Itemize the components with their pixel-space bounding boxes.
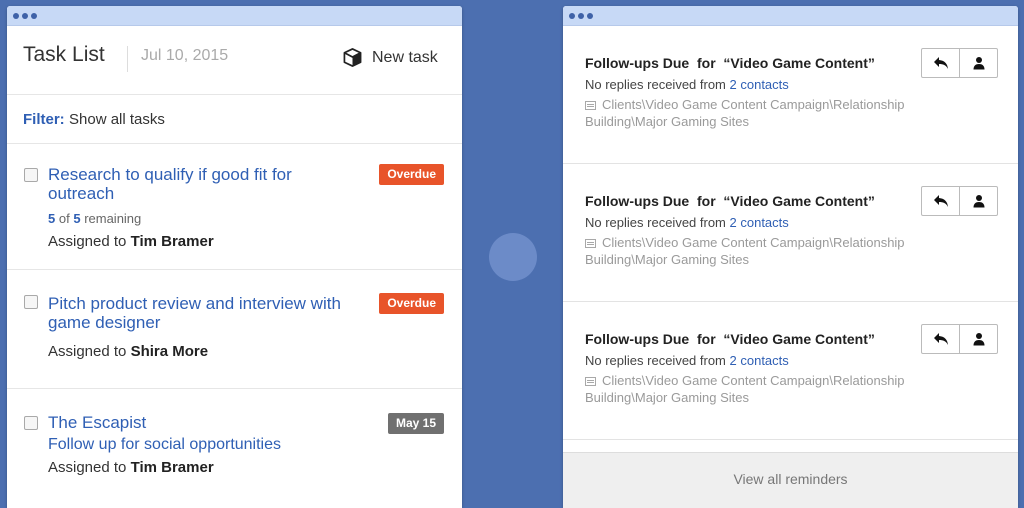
task-checkbox[interactable] — [24, 295, 38, 309]
view-all-reminders-link[interactable]: View all reminders — [563, 471, 1018, 487]
task-checkbox[interactable] — [24, 416, 38, 430]
remaining-word: remaining — [84, 211, 142, 226]
reminder-actions — [921, 48, 998, 78]
reminder-item: Follow-ups Due for “Video Game Content” … — [563, 26, 1018, 164]
task-assignee: Assigned to Shira More — [48, 343, 208, 360]
reminders-panel: Follow-ups Due for “Video Game Content” … — [563, 6, 1018, 508]
task-list-panel: Task List Jul 10, 2015 New task Filter: … — [7, 6, 462, 508]
contact-button[interactable] — [959, 325, 997, 353]
reminder-item: Follow-ups Due for “Video Game Content” … — [563, 164, 1018, 302]
reminder-subtitle: No replies received from 2 contacts — [585, 215, 789, 230]
reply-icon — [933, 333, 948, 345]
connector-circle — [489, 233, 537, 281]
folder-path-text[interactable]: Clients\Video Game Content Campaign\Rela… — [585, 235, 905, 267]
reminder-actions — [921, 186, 998, 216]
reminder-sub-prefix: No replies received from — [585, 353, 726, 368]
current-date: Jul 10, 2015 — [141, 47, 229, 64]
window-dots — [569, 13, 593, 19]
task-title[interactable]: Pitch product review and interview with … — [48, 294, 348, 332]
folder-path: Clients\Video Game Content Campaign\Rela… — [585, 372, 925, 406]
reminder-item: Follow-ups Due for “Video Game Content” … — [563, 302, 1018, 440]
assignee-name: Shira More — [130, 343, 209, 360]
remaining-total: 5 — [73, 211, 81, 226]
assigned-prefix: Assigned to — [48, 459, 127, 476]
new-task-label: New task — [372, 48, 438, 66]
new-task-button[interactable]: New task — [343, 48, 438, 67]
contact-button[interactable] — [959, 187, 997, 215]
reply-button[interactable] — [922, 187, 959, 215]
window-titlebar — [7, 6, 462, 26]
contacts-link[interactable]: 2 contacts — [730, 77, 789, 92]
person-icon — [973, 57, 984, 70]
reply-button[interactable] — [922, 325, 959, 353]
reminders-footer: View all reminders — [563, 452, 1018, 508]
due-date-badge: May 15 — [387, 413, 444, 434]
window-titlebar — [563, 6, 1018, 26]
task-assignee: Assigned to Tim Bramer — [48, 233, 214, 250]
reminder-sub-prefix: No replies received from — [585, 215, 726, 230]
reminder-title: Follow-ups Due for “Video Game Content” — [585, 193, 875, 209]
reminder-subtitle: No replies received from 2 contacts — [585, 77, 789, 92]
reminder-title: Follow-ups Due for “Video Game Content” — [585, 55, 875, 71]
remaining-of: of — [58, 211, 70, 226]
remaining-done: 5 — [48, 211, 56, 226]
task-title[interactable]: The Escapist — [48, 413, 348, 432]
filter-bar: Filter: Show all tasks — [7, 95, 462, 144]
task-subtitle[interactable]: Follow up for social opportunities — [48, 436, 281, 454]
reminder-title: Follow-ups Due for “Video Game Content” — [585, 331, 875, 347]
reply-button[interactable] — [922, 49, 959, 77]
assigned-prefix: Assigned to — [48, 233, 127, 250]
task-remaining: 5 of 5 remaining — [48, 211, 141, 226]
status-badge: Overdue — [379, 293, 444, 314]
task-item: Pitch product review and interview with … — [7, 270, 462, 389]
contacts-link[interactable]: 2 contacts — [730, 353, 789, 368]
task-item: Research to qualify if good fit for outr… — [7, 143, 462, 270]
reminder-actions — [921, 324, 998, 354]
divider — [127, 46, 128, 72]
reply-icon — [933, 57, 948, 69]
task-assignee: Assigned to Tim Bramer — [48, 459, 214, 476]
task-item: The Escapist Follow up for social opport… — [7, 389, 462, 508]
reminder-subtitle: No replies received from 2 contacts — [585, 353, 789, 368]
assignee-name: Tim Bramer — [130, 233, 214, 250]
contact-button[interactable] — [959, 49, 997, 77]
folder-icon — [585, 101, 596, 110]
folder-path-text[interactable]: Clients\Video Game Content Campaign\Rela… — [585, 97, 905, 129]
task-checkbox[interactable] — [24, 168, 38, 182]
folder-icon — [585, 239, 596, 248]
reminder-sub-prefix: No replies received from — [585, 77, 726, 92]
contacts-link[interactable]: 2 contacts — [730, 215, 789, 230]
person-icon — [973, 195, 984, 208]
task-list-header: Task List Jul 10, 2015 New task — [7, 26, 462, 95]
reply-icon — [933, 195, 948, 207]
assignee-name: Tim Bramer — [130, 459, 214, 476]
folder-path-text[interactable]: Clients\Video Game Content Campaign\Rela… — [585, 373, 905, 405]
task-title[interactable]: Research to qualify if good fit for outr… — [48, 165, 348, 203]
person-icon — [973, 333, 984, 346]
cube-icon — [343, 48, 362, 67]
filter-dropdown[interactable]: Show all tasks — [69, 111, 165, 128]
folder-icon — [585, 377, 596, 386]
status-badge: Overdue — [379, 164, 444, 185]
window-dots — [13, 13, 37, 19]
page-title: Task List — [23, 43, 105, 66]
filter-label: Filter: — [23, 111, 65, 128]
folder-path: Clients\Video Game Content Campaign\Rela… — [585, 96, 925, 130]
folder-path: Clients\Video Game Content Campaign\Rela… — [585, 234, 925, 268]
assigned-prefix: Assigned to — [48, 343, 127, 360]
